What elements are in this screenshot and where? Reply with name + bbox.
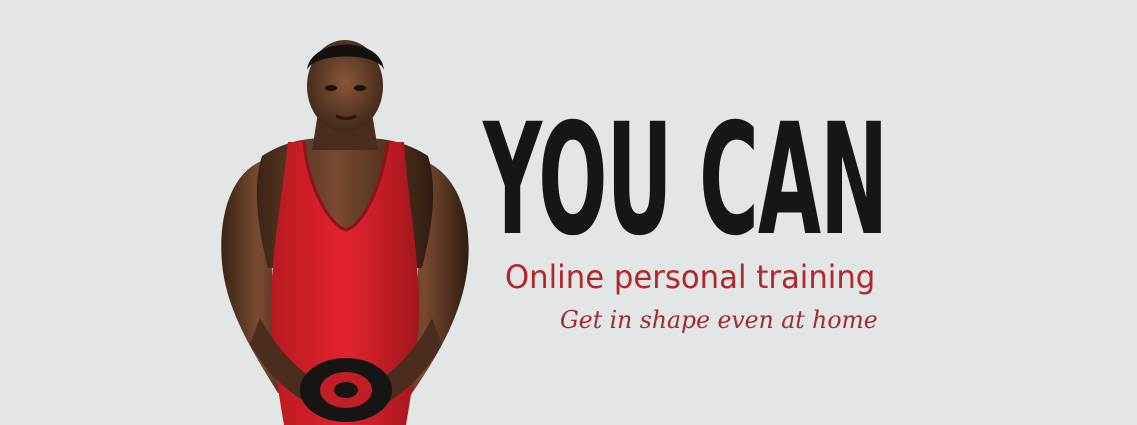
tagline: Get in shape even at home (560, 306, 878, 334)
subtitle: Online personal training (505, 258, 876, 296)
hero-banner: YOU CAN Online personal training Get in … (0, 0, 1137, 425)
athlete-photo (221, 40, 469, 425)
headline-block: YOU CAN (483, 91, 928, 270)
headline: YOU CAN (483, 91, 888, 270)
